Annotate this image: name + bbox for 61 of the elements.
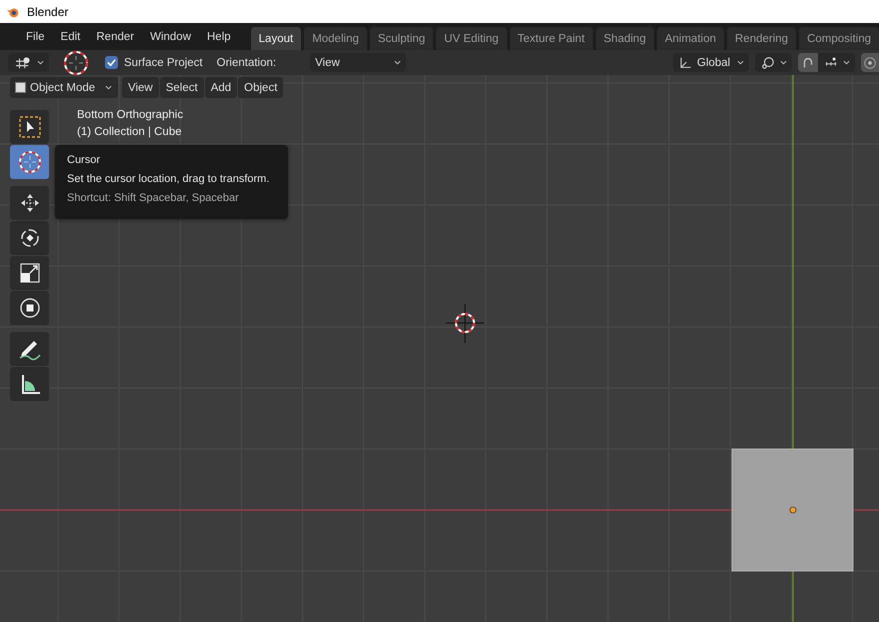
surface-project-checkbox[interactable] — [105, 56, 118, 69]
viewport-menu[interactable]: Select — [160, 77, 204, 98]
tooltip-shortcut: Shortcut: Shift Spacebar, Spacebar — [67, 192, 239, 204]
tooltip-description: Set the cursor location, drag to transform. — [67, 173, 270, 185]
workspace-tab[interactable]: Layout — [250, 27, 302, 50]
measure-tool-button[interactable] — [10, 367, 49, 401]
caret-icon — [737, 60, 744, 65]
menu-item[interactable]: Window — [142, 30, 199, 42]
tool-dropdown[interactable] — [8, 53, 49, 72]
transform-icon — [18, 296, 42, 320]
snap-toggle[interactable] — [798, 53, 818, 72]
object-mode-icon — [16, 83, 25, 92]
viewport-menu[interactable]: Object — [238, 77, 284, 98]
caret-icon — [105, 85, 112, 90]
3d-cursor-icon — [446, 304, 484, 344]
proportional-editing-toggle[interactable] — [861, 53, 879, 72]
menu-item[interactable]: File — [18, 30, 53, 42]
snap-dropdown[interactable] — [818, 53, 855, 72]
workspace-tab[interactable]: Modeling — [304, 27, 367, 50]
orientation-dropdown[interactable]: View — [310, 53, 406, 72]
workspace-tab[interactable]: Animation — [656, 27, 724, 50]
orientation-label: Orientation: — [216, 56, 276, 68]
origin-dot — [790, 506, 796, 514]
viewport-menu[interactable]: View — [122, 77, 159, 98]
axes-icon — [678, 56, 693, 70]
viewport-menu[interactable]: Add — [204, 77, 238, 98]
caret-icon — [37, 60, 44, 65]
select-tool-button[interactable] — [10, 110, 49, 144]
transform-orientation-dropdown[interactable]: Global — [673, 53, 749, 72]
viewport-info-text: (1) Collection | Cube — [77, 126, 183, 138]
pivot-dropdown[interactable] — [755, 53, 792, 72]
checkbox-label: Surface Project — [124, 56, 203, 68]
workspace-tab[interactable]: Rendering — [727, 27, 796, 50]
workspace-tab[interactable]: Shading — [596, 27, 654, 50]
menu-item[interactable]: Help — [199, 30, 239, 42]
mode-dropdown[interactable]: Object Mode — [10, 77, 118, 98]
box-select-icon — [18, 115, 42, 139]
transform-tool-button[interactable] — [10, 291, 49, 325]
cursor-icon — [18, 150, 42, 174]
rotate-tool-button[interactable] — [10, 221, 49, 255]
menu-item[interactable]: Render — [88, 30, 142, 42]
scale-tool-button[interactable] — [10, 256, 49, 290]
viewport-info-text: Bottom Orthographic — [77, 109, 184, 121]
menu-item[interactable]: Edit — [52, 30, 88, 42]
workspace-tab[interactable]: Sculpting — [370, 27, 434, 50]
caret-icon — [843, 60, 850, 65]
linked-circles-icon — [760, 56, 776, 70]
checkmark-icon — [106, 57, 117, 68]
caret-icon — [394, 60, 402, 65]
window-title: Blender — [27, 4, 68, 18]
workspace-tab[interactable]: Texture Paint — [510, 27, 593, 50]
caret-icon — [780, 60, 787, 65]
annotate-tool-button[interactable] — [10, 332, 49, 366]
scale-icon — [18, 261, 42, 285]
target-icon — [863, 56, 877, 70]
cursor-icon — [63, 50, 89, 76]
workspace-tab[interactable]: Compositing — [799, 27, 879, 50]
workspace-tab[interactable]: UV Editing — [436, 27, 507, 50]
tooltip-title: Cursor — [67, 154, 100, 166]
cursor-tool-button[interactable] — [10, 145, 49, 179]
move-tool-button[interactable] — [10, 186, 49, 220]
